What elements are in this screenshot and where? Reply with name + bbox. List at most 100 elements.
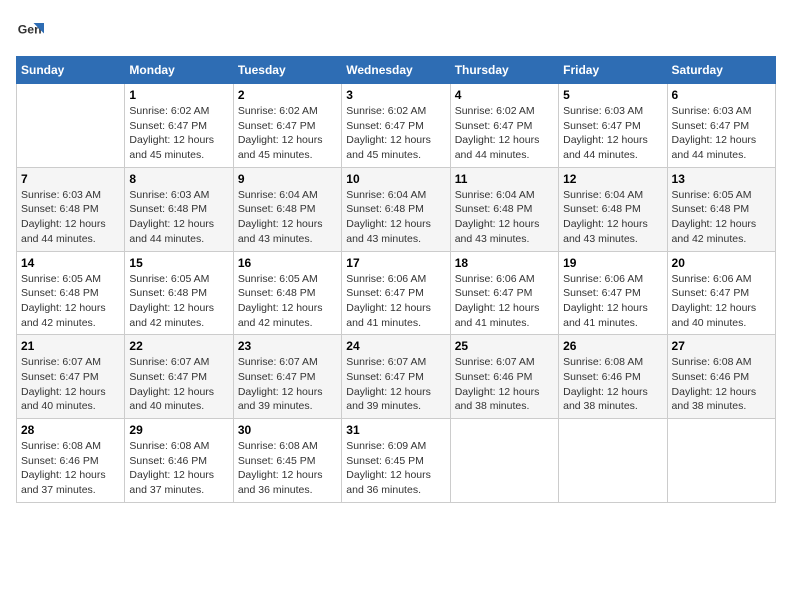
calendar-cell: 2 Sunrise: 6:02 AM Sunset: 6:47 PM Daylig…	[233, 84, 341, 168]
page-header: Gen	[16, 16, 776, 44]
day-info: Sunrise: 6:06 AM Sunset: 6:47 PM Dayligh…	[563, 272, 662, 331]
day-number: 12	[563, 172, 662, 186]
day-info: Sunrise: 6:02 AM Sunset: 6:47 PM Dayligh…	[129, 104, 228, 163]
day-number: 14	[21, 256, 120, 270]
logo-icon: Gen	[16, 16, 44, 44]
calendar-week-row: 14 Sunrise: 6:05 AM Sunset: 6:48 PM Dayli…	[17, 251, 776, 335]
calendar-cell	[17, 84, 125, 168]
calendar-cell: 28Sunrise: 6:08 AM Sunset: 6:46 PM Dayli…	[17, 419, 125, 503]
calendar-cell: 19 Sunrise: 6:06 AM Sunset: 6:47 PM Dayli…	[559, 251, 667, 335]
weekday-header: Saturday	[667, 57, 775, 84]
day-number: 30	[238, 423, 337, 437]
day-info: Sunrise: 6:03 AM Sunset: 6:47 PM Dayligh…	[672, 104, 771, 163]
calendar-cell: 5 Sunrise: 6:03 AM Sunset: 6:47 PM Daylig…	[559, 84, 667, 168]
day-number: 23	[238, 339, 337, 353]
calendar-cell: 30 Sunrise: 6:08 AM Sunset: 6:45 PM Dayli…	[233, 419, 341, 503]
weekday-header: Thursday	[450, 57, 558, 84]
calendar-cell: 18 Sunrise: 6:06 AM Sunset: 6:47 PM Dayli…	[450, 251, 558, 335]
day-number: 27	[672, 339, 771, 353]
day-number: 11	[455, 172, 554, 186]
day-info: Sunrise: 6:05 AM Sunset: 6:48 PM Dayligh…	[21, 272, 120, 331]
calendar-cell: 13 Sunrise: 6:05 AM Sunset: 6:48 PM Dayli…	[667, 167, 775, 251]
calendar-cell: 31Sunrise: 6:09 AM Sunset: 6:45 PM Dayli…	[342, 419, 450, 503]
weekday-header: Sunday	[17, 57, 125, 84]
calendar-table: SundayMondayTuesdayWednesdayThursdayFrid…	[16, 56, 776, 503]
calendar-cell: 21 Sunrise: 6:07 AM Sunset: 6:47 PM Dayli…	[17, 335, 125, 419]
calendar-cell: 3 Sunrise: 6:02 AM Sunset: 6:47 PM Daylig…	[342, 84, 450, 168]
day-info: Sunrise: 6:08 AM Sunset: 6:46 PM Dayligh…	[129, 439, 228, 498]
day-number: 2	[238, 88, 337, 102]
day-info: Sunrise: 6:05 AM Sunset: 6:48 PM Dayligh…	[238, 272, 337, 331]
day-info: Sunrise: 6:07 AM Sunset: 6:47 PM Dayligh…	[129, 355, 228, 414]
calendar-cell: 29 Sunrise: 6:08 AM Sunset: 6:46 PM Dayli…	[125, 419, 233, 503]
day-info: Sunrise: 6:02 AM Sunset: 6:47 PM Dayligh…	[346, 104, 445, 163]
day-info: Sunrise: 6:07 AM Sunset: 6:46 PM Dayligh…	[455, 355, 554, 414]
day-number: 24	[346, 339, 445, 353]
day-number: 15	[129, 256, 228, 270]
day-number: 18	[455, 256, 554, 270]
day-info: Sunrise: 6:06 AM Sunset: 6:47 PM Dayligh…	[672, 272, 771, 331]
calendar-header: SundayMondayTuesdayWednesdayThursdayFrid…	[17, 57, 776, 84]
calendar-cell: 16 Sunrise: 6:05 AM Sunset: 6:48 PM Dayli…	[233, 251, 341, 335]
day-info: Sunrise: 6:03 AM Sunset: 6:48 PM Dayligh…	[21, 188, 120, 247]
calendar-cell: 26Sunrise: 6:08 AM Sunset: 6:46 PM Dayli…	[559, 335, 667, 419]
calendar-cell: 15 Sunrise: 6:05 AM Sunset: 6:48 PM Dayli…	[125, 251, 233, 335]
day-info: Sunrise: 6:05 AM Sunset: 6:48 PM Dayligh…	[129, 272, 228, 331]
logo: Gen	[16, 16, 48, 44]
day-number: 22	[129, 339, 228, 353]
calendar-cell: 8Sunrise: 6:03 AM Sunset: 6:48 PM Daylig…	[125, 167, 233, 251]
calendar-week-row: 21 Sunrise: 6:07 AM Sunset: 6:47 PM Dayli…	[17, 335, 776, 419]
day-number: 5	[563, 88, 662, 102]
day-number: 19	[563, 256, 662, 270]
day-info: Sunrise: 6:06 AM Sunset: 6:47 PM Dayligh…	[455, 272, 554, 331]
day-number: 13	[672, 172, 771, 186]
day-number: 17	[346, 256, 445, 270]
day-number: 7	[21, 172, 120, 186]
header-row: SundayMondayTuesdayWednesdayThursdayFrid…	[17, 57, 776, 84]
calendar-cell: 23 Sunrise: 6:07 AM Sunset: 6:47 PM Dayli…	[233, 335, 341, 419]
calendar-cell: 10 Sunrise: 6:04 AM Sunset: 6:48 PM Dayli…	[342, 167, 450, 251]
calendar-week-row: 7 Sunrise: 6:03 AM Sunset: 6:48 PM Daylig…	[17, 167, 776, 251]
calendar-cell: 27Sunrise: 6:08 AM Sunset: 6:46 PM Dayli…	[667, 335, 775, 419]
day-number: 21	[21, 339, 120, 353]
day-number: 6	[672, 88, 771, 102]
day-number: 16	[238, 256, 337, 270]
day-info: Sunrise: 6:02 AM Sunset: 6:47 PM Dayligh…	[455, 104, 554, 163]
day-info: Sunrise: 6:07 AM Sunset: 6:47 PM Dayligh…	[238, 355, 337, 414]
day-number: 9	[238, 172, 337, 186]
day-number: 4	[455, 88, 554, 102]
day-info: Sunrise: 6:04 AM Sunset: 6:48 PM Dayligh…	[238, 188, 337, 247]
day-number: 1	[129, 88, 228, 102]
calendar-cell: 12 Sunrise: 6:04 AM Sunset: 6:48 PM Dayli…	[559, 167, 667, 251]
calendar-cell	[667, 419, 775, 503]
day-info: Sunrise: 6:08 AM Sunset: 6:45 PM Dayligh…	[238, 439, 337, 498]
day-number: 20	[672, 256, 771, 270]
day-info: Sunrise: 6:05 AM Sunset: 6:48 PM Dayligh…	[672, 188, 771, 247]
weekday-header: Tuesday	[233, 57, 341, 84]
day-number: 10	[346, 172, 445, 186]
day-info: Sunrise: 6:04 AM Sunset: 6:48 PM Dayligh…	[346, 188, 445, 247]
calendar-cell: 6 Sunrise: 6:03 AM Sunset: 6:47 PM Daylig…	[667, 84, 775, 168]
day-number: 29	[129, 423, 228, 437]
day-info: Sunrise: 6:03 AM Sunset: 6:47 PM Dayligh…	[563, 104, 662, 163]
calendar-cell: 1 Sunrise: 6:02 AM Sunset: 6:47 PM Daylig…	[125, 84, 233, 168]
calendar-cell: 7 Sunrise: 6:03 AM Sunset: 6:48 PM Daylig…	[17, 167, 125, 251]
calendar-cell: 24 Sunrise: 6:07 AM Sunset: 6:47 PM Dayli…	[342, 335, 450, 419]
day-info: Sunrise: 6:08 AM Sunset: 6:46 PM Dayligh…	[21, 439, 120, 498]
day-info: Sunrise: 6:07 AM Sunset: 6:47 PM Dayligh…	[346, 355, 445, 414]
calendar-week-row: 28Sunrise: 6:08 AM Sunset: 6:46 PM Dayli…	[17, 419, 776, 503]
day-info: Sunrise: 6:02 AM Sunset: 6:47 PM Dayligh…	[238, 104, 337, 163]
day-info: Sunrise: 6:07 AM Sunset: 6:47 PM Dayligh…	[21, 355, 120, 414]
day-number: 3	[346, 88, 445, 102]
calendar-cell: 25 Sunrise: 6:07 AM Sunset: 6:46 PM Dayli…	[450, 335, 558, 419]
day-info: Sunrise: 6:04 AM Sunset: 6:48 PM Dayligh…	[563, 188, 662, 247]
calendar-cell	[559, 419, 667, 503]
calendar-cell: 14 Sunrise: 6:05 AM Sunset: 6:48 PM Dayli…	[17, 251, 125, 335]
calendar-cell: 20 Sunrise: 6:06 AM Sunset: 6:47 PM Dayli…	[667, 251, 775, 335]
day-number: 25	[455, 339, 554, 353]
day-info: Sunrise: 6:08 AM Sunset: 6:46 PM Dayligh…	[563, 355, 662, 414]
day-number: 8	[129, 172, 228, 186]
day-number: 31	[346, 423, 445, 437]
weekday-header: Wednesday	[342, 57, 450, 84]
calendar-cell: 22 Sunrise: 6:07 AM Sunset: 6:47 PM Dayli…	[125, 335, 233, 419]
